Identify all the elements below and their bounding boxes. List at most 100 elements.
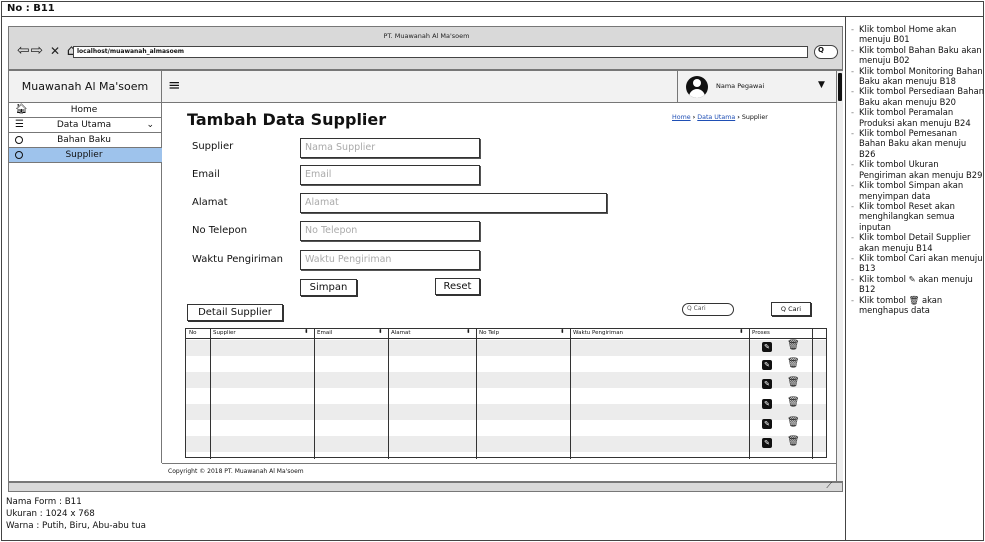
edit-icon[interactable]: ✎ [762, 399, 772, 409]
supplier-input[interactable]: Nama Supplier [300, 138, 480, 158]
breadcrumb-current: Supplier [741, 114, 768, 121]
breadcrumb-home[interactable]: Home [672, 114, 691, 121]
table-row [186, 388, 826, 404]
breadcrumb-data-utama[interactable]: Data Utama [697, 114, 735, 121]
note-item: Klik tombol Persediaan Bahan Baku akan m… [850, 86, 985, 107]
column-divider [388, 329, 389, 459]
delete-icon[interactable]: 🗑︎ [787, 397, 800, 408]
sidebar-item-home[interactable]: 🏠︎ Home [9, 103, 162, 118]
column-header-supplier[interactable]: Supplier [213, 330, 236, 336]
reset-button[interactable]: Reset [435, 278, 480, 295]
delete-icon[interactable]: 🗑︎ [787, 436, 800, 447]
breadcrumb: Home › Data Utama › Supplier [672, 114, 768, 121]
form-color: Warna : Putih, Biru, Abu-abu tua [6, 521, 146, 531]
delete-icon[interactable]: 🗑︎ [787, 377, 800, 388]
breadcrumb-separator: › [692, 114, 696, 121]
table-row [186, 420, 826, 436]
supplier-table: No Supplier ⬍ Email ⬍ Alamat ⬍ No Telp ⬍… [185, 328, 827, 459]
sort-icon[interactable]: ⬍ [304, 329, 309, 335]
table-header [186, 329, 826, 339]
column-divider [314, 329, 315, 459]
breadcrumb-separator: › [737, 114, 740, 121]
column-header-no-telp[interactable]: No Telp [479, 330, 499, 336]
resize-handle-icon[interactable]: ⟋ [826, 481, 832, 491]
table-row [186, 436, 826, 452]
edit-icon[interactable]: ✎ [762, 419, 772, 429]
email-input[interactable]: Email [300, 165, 480, 185]
sort-icon[interactable]: ⬍ [739, 329, 744, 335]
table-row [186, 372, 826, 388]
delete-icon[interactable]: 🗑︎ [787, 417, 800, 428]
alamat-input[interactable]: Alamat [300, 193, 607, 213]
circle-icon [15, 151, 23, 159]
sidebar-item-supplier[interactable]: Supplier [9, 148, 162, 163]
alamat-label: Alamat [192, 197, 228, 208]
home-icon: 🏠︎ [15, 104, 28, 115]
sidebar-item-data-utama[interactable]: ☰ Data Utama ⌄ [9, 118, 162, 133]
cari-button[interactable]: Q Cari [771, 302, 811, 316]
chevron-down-icon[interactable]: ▼ [818, 80, 825, 90]
menu-icon[interactable]: ≡ [168, 76, 181, 94]
note-item: Klik tombol Pemesanan Bahan Baku akan me… [850, 128, 985, 159]
column-header-alamat[interactable]: Alamat [391, 330, 411, 336]
browser-search-button[interactable]: Q [814, 45, 838, 59]
note-item: Klik tombol ✎ akan menuju B12 [850, 274, 985, 295]
note-item: Klik tombol Home akan menuju B01 [850, 24, 985, 45]
chevron-down-icon: ⌄ [146, 120, 154, 130]
column-divider [749, 329, 750, 459]
note-item: Klik tombol Monitoring Bahan Baku akan m… [850, 66, 985, 87]
note-item: Klik tombol Detail Supplier akan menuju … [850, 232, 985, 253]
browser-nav: ⇦⇨ ✕ ⌂ [17, 41, 77, 59]
column-divider [570, 329, 571, 459]
copyright-footer: Copyright © 2018 PT. Muawanah Al Ma'soem [162, 463, 836, 481]
column-header-waktu-pengiriman[interactable]: Waktu Pengiriman [573, 330, 623, 336]
sidebar: 🏠︎ Home ☰ Data Utama ⌄ Bahan Baku Suppli… [9, 103, 162, 463]
user-name: Nama Pegawai [716, 82, 765, 90]
search-input[interactable]: Q Cari [682, 303, 734, 316]
column-header-proses: Proses [752, 330, 770, 336]
supplier-label: Supplier [192, 141, 234, 152]
browser-title: PT. Muawanah Al Ma'soem [383, 32, 470, 40]
vertical-scrollbar[interactable] [836, 71, 843, 481]
sort-icon[interactable]: ⬍ [466, 329, 471, 335]
note-item: Klik tombol Bahan Baku akan menuju B02 [850, 45, 985, 66]
table-row [186, 356, 826, 372]
simpan-button[interactable]: Simpan [300, 279, 357, 296]
user-menu[interactable]: Nama Pegawai ▼ [677, 71, 832, 103]
circle-icon [15, 136, 23, 144]
main-content: Tambah Data Supplier Home › Data Utama ›… [162, 103, 836, 463]
horizontal-scrollbar[interactable]: ⟋ [8, 481, 843, 492]
waktu-pengiriman-input[interactable]: Waktu Pengiriman [300, 250, 480, 270]
email-label: Email [192, 169, 220, 180]
sidebar-item-label: Home [70, 105, 98, 115]
close-icon[interactable]: ✕ [50, 44, 61, 58]
sidebar-item-bahan-baku[interactable]: Bahan Baku [9, 133, 162, 148]
edit-icon[interactable]: ✎ [762, 438, 772, 448]
column-divider [210, 329, 211, 459]
edit-icon[interactable]: ✎ [762, 342, 772, 352]
edit-icon[interactable]: ✎ [762, 360, 772, 370]
app-brand: Muawanah Al Ma'soem [9, 71, 162, 103]
note-item: Klik tombol Cari akan menuju B13 [850, 253, 985, 274]
column-header-email[interactable]: Email [317, 330, 332, 336]
delete-icon[interactable]: 🗑︎ [787, 358, 800, 369]
detail-supplier-button[interactable]: Detail Supplier [187, 304, 283, 321]
forward-icon[interactable]: ⇨ [31, 41, 45, 59]
no-telepon-input[interactable]: No Telepon [300, 221, 480, 241]
note-item: Klik tombol Peramalan Produksi akan menu… [850, 107, 985, 128]
url-bar[interactable]: localhost/muawanah_almasoem [73, 46, 808, 58]
column-divider [476, 329, 477, 459]
note-item: Klik tombol 🗑︎ akan menghapus data [850, 295, 985, 316]
browser-toolbar: PT. Muawanah Al Ma'soem ⇦⇨ ✕ ⌂ localhost… [8, 26, 843, 70]
edit-icon[interactable]: ✎ [762, 379, 772, 389]
back-icon[interactable]: ⇦ [17, 41, 31, 59]
form-meta: Nama Form : B11 Ukuran : 1024 x 768 Warn… [6, 496, 146, 532]
column-divider [812, 329, 813, 459]
sort-icon[interactable]: ⬍ [560, 329, 565, 335]
sort-icon[interactable]: ⬍ [378, 329, 383, 335]
no-telepon-label: No Telepon [192, 225, 248, 236]
sidebar-item-label: Data Utama [56, 120, 112, 130]
page-title: Tambah Data Supplier [187, 110, 387, 129]
delete-icon[interactable]: 🗑︎ [787, 340, 800, 351]
waktu-pengiriman-label: Waktu Pengiriman [192, 254, 283, 265]
